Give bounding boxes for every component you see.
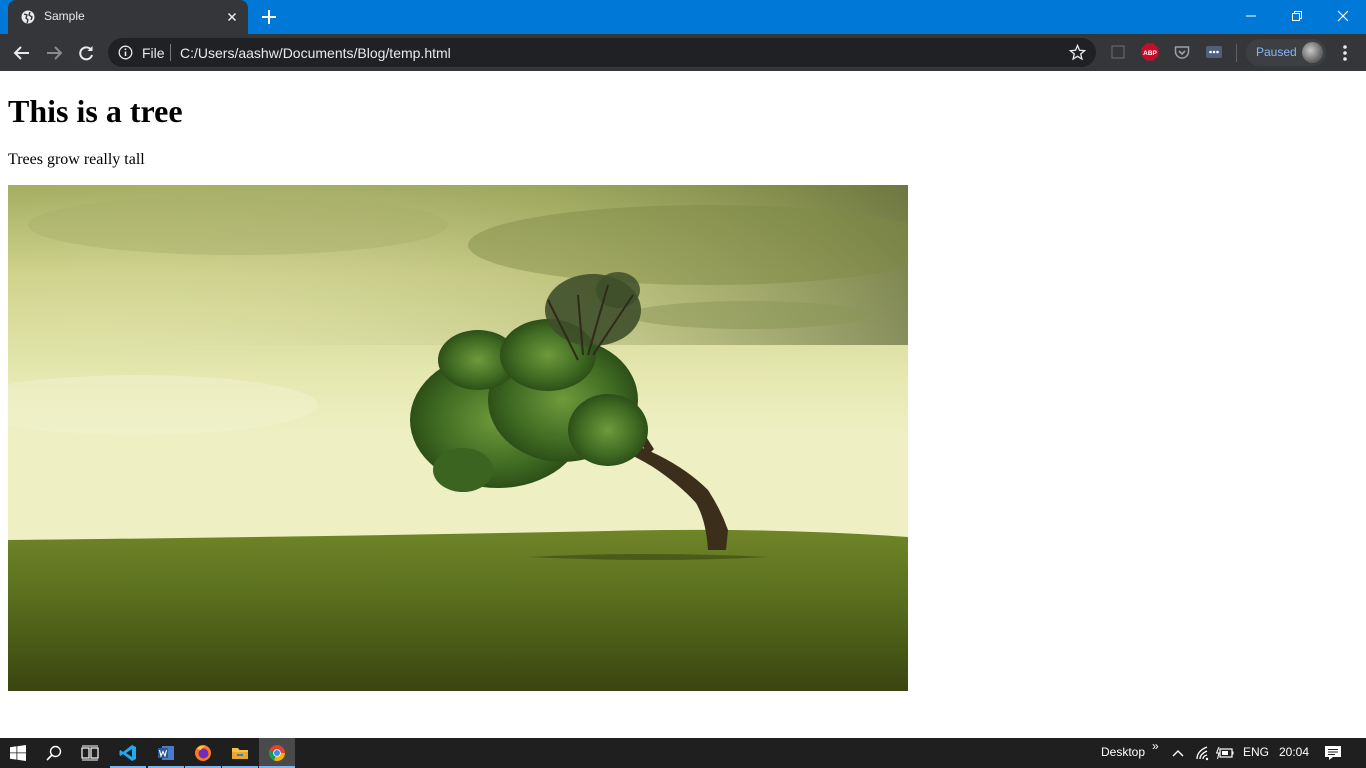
- reload-button[interactable]: [75, 42, 97, 64]
- close-icon: [1337, 10, 1349, 22]
- tree-photo: [8, 185, 908, 691]
- tab-sample[interactable]: Sample: [8, 0, 248, 34]
- star-icon[interactable]: [1069, 44, 1086, 61]
- extension-square-icon[interactable]: [1109, 43, 1127, 61]
- vscode-icon: [119, 745, 136, 761]
- notification-icon[interactable]: [1324, 745, 1342, 761]
- page-heading: This is a tree: [8, 93, 183, 129]
- page-viewport: This is a tree Trees grow really tall: [0, 71, 1366, 738]
- desktop-toolbar-label[interactable]: Desktop: [1101, 745, 1145, 759]
- desktop-toolbar-chevron[interactable]: »: [1152, 739, 1159, 753]
- battery-icon[interactable]: [1216, 746, 1234, 760]
- profile-status: Paused: [1256, 45, 1297, 59]
- arrow-left-icon: [13, 46, 29, 60]
- profile-avatar: [1302, 42, 1323, 63]
- taskbar-search[interactable]: [36, 738, 72, 768]
- profile-button[interactable]: Paused: [1246, 39, 1326, 66]
- chevron-up-icon[interactable]: [1171, 747, 1185, 759]
- close-icon[interactable]: [225, 10, 239, 24]
- info-icon[interactable]: [118, 45, 133, 60]
- address-divider: [170, 44, 171, 61]
- back-button[interactable]: [11, 42, 33, 64]
- arrow-right-icon: [47, 46, 63, 60]
- taskbar-file-explorer[interactable]: [222, 738, 258, 768]
- search-icon: [46, 745, 62, 761]
- word-icon: [158, 746, 174, 760]
- taskbar-word[interactable]: [148, 738, 184, 768]
- reload-icon: [79, 46, 93, 61]
- tree-photo-art: [8, 185, 908, 691]
- kebab-menu-icon[interactable]: [1335, 42, 1355, 64]
- windows-start-icon: [10, 745, 26, 761]
- minimize-icon: [1246, 15, 1256, 17]
- scheme-label: File: [142, 45, 165, 61]
- restore-icon: [1292, 11, 1302, 21]
- tab-title: Sample: [44, 9, 85, 23]
- adblock-octagon: ABP: [1141, 43, 1159, 61]
- restore-button[interactable]: [1274, 0, 1320, 32]
- file-explorer-icon: [232, 748, 248, 759]
- browser-toolbar: File C:/Users/aashw/Documents/Blog/temp.…: [0, 34, 1366, 71]
- tab-strip: Sample: [0, 0, 1366, 34]
- forward-button[interactable]: [43, 42, 65, 64]
- pocket-icon[interactable]: [1173, 43, 1191, 61]
- start-button[interactable]: [0, 738, 36, 768]
- toolbar-divider: [1236, 44, 1237, 62]
- wifi-icon[interactable]: [1195, 745, 1211, 761]
- firefox-icon: [195, 745, 211, 761]
- more-extension-icon[interactable]: [1205, 43, 1223, 61]
- input-language[interactable]: ENG: [1243, 745, 1269, 759]
- adblock-label: ABP: [1143, 50, 1157, 57]
- taskbar-clock[interactable]: 20:04: [1279, 745, 1309, 759]
- globe-icon: [21, 10, 35, 24]
- taskbar-chrome[interactable]: [259, 738, 295, 768]
- task-view-icon: [81, 745, 99, 761]
- address-bar[interactable]: File C:/Users/aashw/Documents/Blog/temp.…: [108, 38, 1096, 67]
- window-close-button[interactable]: [1320, 0, 1366, 32]
- taskbar-vscode[interactable]: [110, 738, 146, 768]
- windows-taskbar: Desktop » ENG 20:04: [0, 738, 1366, 768]
- adblock-icon[interactable]: ABP: [1141, 43, 1159, 61]
- url-text[interactable]: C:/Users/aashw/Documents/Blog/temp.html: [180, 45, 451, 61]
- plus-icon[interactable]: [261, 9, 277, 25]
- taskbar-firefox[interactable]: [185, 738, 221, 768]
- task-view-button[interactable]: [72, 738, 108, 768]
- page-paragraph: Trees grow really tall: [8, 151, 145, 168]
- minimize-button[interactable]: [1228, 0, 1274, 32]
- chrome-icon: [268, 745, 285, 761]
